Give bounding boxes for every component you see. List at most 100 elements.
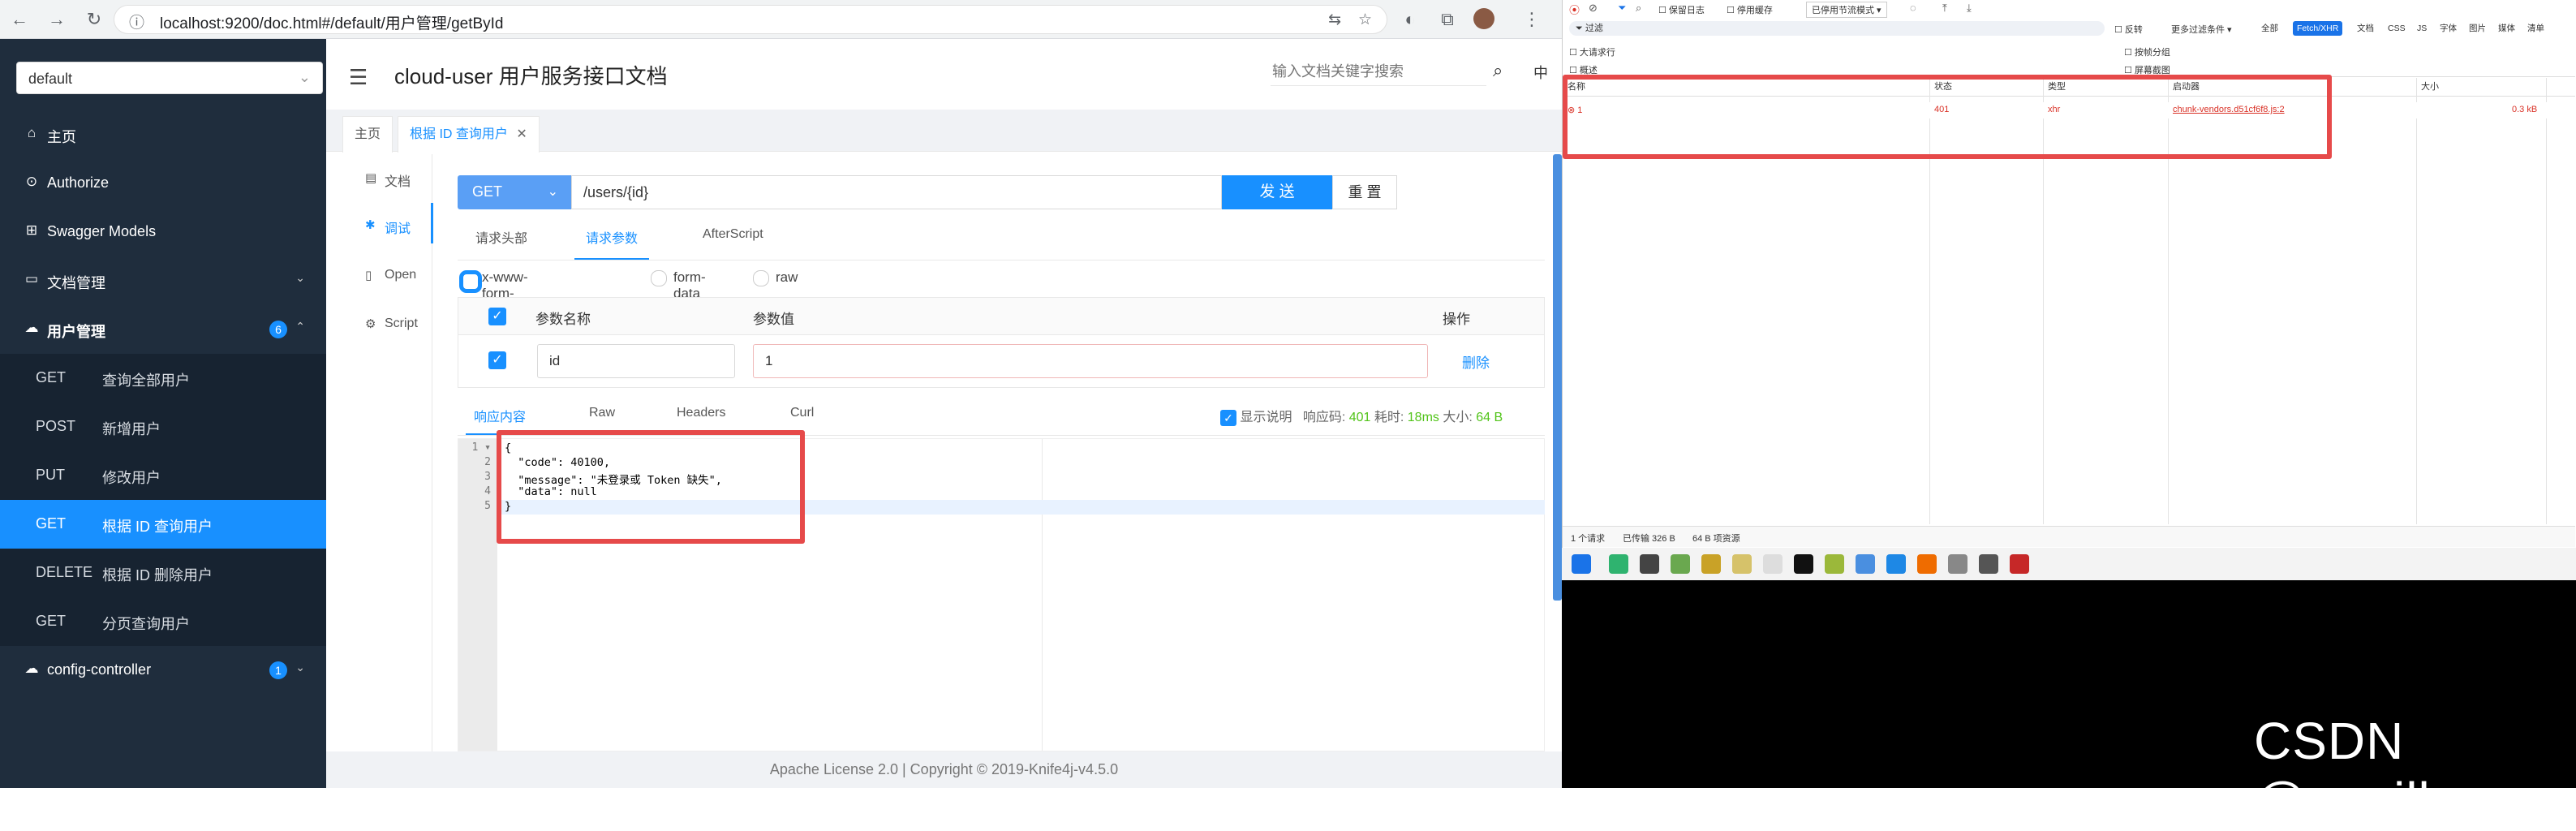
tab-afterscript[interactable]: AfterScript [703, 227, 763, 260]
upload-icon[interactable]: ⤒ [1942, 2, 1947, 15]
filter-chip[interactable]: JS [2413, 21, 2431, 36]
send-button[interactable]: 发 送 [1222, 175, 1332, 209]
app-icon[interactable] [1701, 554, 1721, 574]
select-all-checkbox[interactable]: ✓ [488, 308, 506, 325]
tab-get-by-id[interactable]: 根据 ID 查询用户 ✕ [398, 116, 540, 153]
app-icon[interactable] [1794, 554, 1813, 574]
app-icon[interactable] [1948, 554, 1967, 574]
radio-circle [459, 270, 482, 293]
invert-checkbox[interactable]: ☐ 反转 [2114, 23, 2143, 36]
sidebar-item-swagger-models[interactable]: ⊞ Swagger Models [0, 208, 326, 256]
filter-input[interactable]: ⏷ 过滤 [1569, 21, 2105, 36]
menu-fold-icon[interactable]: ☰ [349, 65, 368, 90]
sidebar-item-home[interactable]: ⌂ 主页 [0, 110, 326, 159]
endpoint-item[interactable]: GET 查询全部用户 [0, 354, 326, 403]
tab-home[interactable]: 主页 [342, 116, 393, 153]
language-toggle[interactable]: 中 [1533, 62, 1548, 83]
delete-link[interactable]: 删除 [1462, 351, 1490, 372]
show-desc-checkbox[interactable]: ✓ [1220, 409, 1236, 426]
wifi-icon[interactable]: ◌ [1910, 2, 1916, 14]
preserve-log-checkbox[interactable]: ☐ 保留日志 [1658, 3, 1705, 16]
app-icon[interactable] [1825, 554, 1844, 574]
more-menu-icon[interactable]: ⋮ [1520, 8, 1543, 31]
scrollbar[interactable] [1553, 154, 1562, 601]
close-icon[interactable]: ✕ [516, 127, 527, 141]
app-icon[interactable] [1671, 554, 1690, 574]
tab-request-params[interactable]: 请求参数 [574, 227, 650, 260]
extension-icon[interactable]: ◐ [1399, 8, 1421, 31]
chevron-down-icon: ⌄ [295, 661, 305, 674]
app-icon[interactable] [1886, 554, 1906, 574]
param-name-input[interactable]: id [537, 344, 735, 378]
puzzle-icon[interactable]: ⧉ [1436, 8, 1459, 31]
reset-button[interactable]: 重 置 [1332, 175, 1397, 209]
app-icon[interactable] [1732, 554, 1752, 574]
endpoint-label: 分页查询用户 [102, 616, 190, 632]
filter-icon[interactable]: ⏷ [1618, 2, 1626, 15]
endpoint-item[interactable]: POST 新增用户 [0, 403, 326, 451]
filter-chip[interactable]: 字体 [2436, 21, 2461, 36]
reload-icon[interactable]: ↻ [83, 8, 105, 31]
vtab-label: Open [385, 268, 417, 282]
filter-chip[interactable]: 清单 [2523, 21, 2548, 36]
filter-chip-active[interactable]: Fetch/XHR [2293, 21, 2343, 36]
sidebar-item-user-manage[interactable]: ☁ 用户管理 6 ⌃ [0, 305, 326, 354]
more-filters-button[interactable]: 更多过滤条件 ▾ [2171, 23, 2232, 36]
record-icon[interactable]: ⦿ [1569, 2, 1580, 17]
vtab-script[interactable]: ⚙ Script [341, 305, 430, 346]
checkbox-label: 大请求行 [1579, 48, 1615, 58]
app-icon[interactable] [2010, 554, 2029, 574]
param-value-input[interactable]: 1 [753, 344, 1428, 378]
site-info-icon[interactable]: ⓘ [129, 11, 144, 32]
vtab-doc[interactable]: ▤ 文档 [341, 159, 430, 200]
big-rows-checkbox[interactable]: ☐ 大请求行 [1569, 45, 1615, 58]
endpoint-item[interactable]: GET 分页查询用户 [0, 597, 326, 646]
filter-chip[interactable]: 图片 [2465, 21, 2490, 36]
filter-chip[interactable]: 媒体 [2494, 21, 2519, 36]
clear-icon[interactable]: ⊘ [1589, 2, 1598, 15]
start-icon[interactable] [1572, 554, 1591, 574]
vtab-label: 调试 [385, 222, 411, 236]
group-by-frame-checkbox[interactable]: ☐ 按帧分组 [2124, 45, 2170, 58]
search-icon[interactable]: ⌕ [1493, 60, 1503, 81]
sidebar-item-authorize[interactable]: ⊙ Authorize [0, 159, 326, 208]
vtab-open[interactable]: ▯ Open [341, 256, 430, 297]
search-icon[interactable]: ⌕ [1636, 2, 1641, 15]
download-icon[interactable]: ⤓ [1967, 2, 1972, 15]
app-icon[interactable] [1763, 554, 1783, 574]
bookmark-star-icon[interactable]: ☆ [1358, 11, 1372, 29]
search-input[interactable] [1271, 58, 1486, 86]
sidebar-item-config-controller[interactable]: ☁ config-controller 1 ⌄ [0, 646, 326, 695]
row-checkbox[interactable]: ✓ [488, 351, 506, 369]
column-header: 参数值 [753, 312, 794, 327]
endpoint-item-active[interactable]: GET 根据 ID 查询用户 [0, 500, 326, 549]
app-icon[interactable] [1640, 554, 1659, 574]
avatar[interactable] [1473, 8, 1494, 29]
path-input[interactable]: /users/{id} [571, 175, 1222, 209]
sidebar-item-label: Authorize [47, 174, 110, 191]
endpoint-item[interactable]: PUT 修改用户 [0, 451, 326, 500]
endpoint-item[interactable]: DELETE 根据 ID 删除用户 [0, 549, 326, 597]
back-icon[interactable]: ← [8, 8, 31, 31]
vtab-debug[interactable]: ✱ 调试 [341, 206, 430, 247]
request-size: 0.3 kB [2512, 105, 2538, 114]
throttle-select[interactable]: 已停用节流模式 ▾ [1806, 2, 1887, 18]
filter-placeholder: 过滤 [1585, 24, 1603, 33]
forward-icon[interactable]: → [45, 8, 68, 31]
space-select[interactable]: default ⌄ [16, 62, 323, 94]
address-bar[interactable]: ⓘ localhost:9200/doc.html#/default/用户管理/… [114, 5, 1387, 34]
app-icon[interactable] [1856, 554, 1875, 574]
filter-chip[interactable]: CSS [2384, 21, 2410, 36]
disable-cache-checkbox[interactable]: ☐ 停用缓存 [1727, 3, 1773, 16]
app-icon[interactable] [1979, 554, 1998, 574]
app-icon[interactable] [1609, 554, 1628, 574]
sidebar-item-doc-manage[interactable]: ▭ 文档管理 ⌄ [0, 256, 326, 305]
filter-chip[interactable]: 全部 [2257, 21, 2282, 36]
tab-request-headers[interactable]: 请求头部 [475, 227, 527, 260]
filter-chip[interactable]: 文档 [2353, 21, 2378, 36]
annotation-highlight-box [1563, 75, 2332, 159]
translate-icon[interactable]: ⇆ [1328, 11, 1341, 29]
app-icon[interactable] [1917, 554, 1937, 574]
method-select[interactable]: GET ⌄ [458, 175, 571, 209]
column-header[interactable]: 大小 [2421, 80, 2439, 93]
